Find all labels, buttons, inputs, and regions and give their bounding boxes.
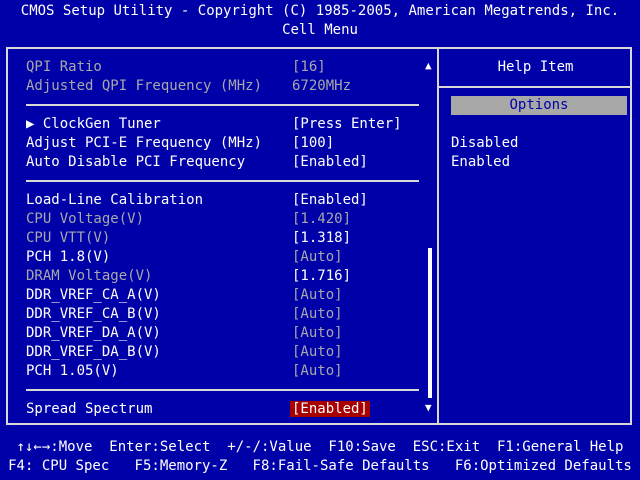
setting-adjusted-qpi-label: Adjusted QPI Frequency (MHz) (26, 78, 263, 94)
setting-pcie-freq-label[interactable]: Adjust PCI-E Frequency (MHz) (26, 134, 262, 153)
setting-pch18-label[interactable]: PCH 1.8(V) (26, 248, 110, 267)
scroll-down-arrow-icon[interactable]: ▼ (425, 401, 432, 415)
setting-ddr-vref-da-b-label[interactable]: DDR_VREF_DA_B(V) (26, 343, 161, 362)
setting-pcie-freq-value[interactable]: [100] (292, 134, 334, 153)
bios-title: CMOS Setup Utility - Copyright (C) 1985-… (20, 3, 620, 19)
scroll-up-arrow-icon[interactable]: ▲ (425, 59, 432, 73)
setting-cpu-voltage-value: [1.420] (292, 211, 352, 227)
setting-spread-spectrum-label[interactable]: Spread Spectrum (26, 400, 152, 419)
setting-ddr-vref-da-b-value[interactable]: [Auto] (292, 343, 343, 362)
option-disabled: Disabled (451, 135, 519, 151)
options-header: Options (451, 96, 627, 115)
setting-pch18-value[interactable]: [Auto] (292, 248, 343, 267)
key-help-line-1: ↑↓←→:Move Enter:Select +/-/:Value F10:Sa… (16, 439, 624, 455)
setting-load-line-label[interactable]: Load-Line Calibration (26, 191, 203, 210)
setting-ddr-vref-da-a-label[interactable]: DDR_VREF_DA_A(V) (26, 324, 161, 343)
separator (26, 104, 419, 106)
setting-ddr-vref-ca-b-label[interactable]: DDR_VREF_CA_B(V) (26, 305, 161, 324)
setting-dram-voltage-value[interactable]: [1.716] (292, 267, 351, 286)
setting-pch105-label[interactable]: PCH 1.05(V) (26, 362, 119, 381)
setting-cpu-vtt-label: CPU VTT(V) (26, 230, 111, 246)
setting-auto-disable-pci-value[interactable]: [Enabled] (292, 153, 368, 172)
setting-ddr-vref-ca-b-value[interactable]: [Auto] (292, 305, 343, 324)
setting-dram-voltage-label: DRAM Voltage(V) (26, 268, 153, 284)
menu-title: Cell Menu (282, 22, 358, 38)
separator (26, 180, 419, 182)
help-separator (439, 86, 632, 88)
setting-spread-spectrum-value[interactable]: [Enabled] (290, 400, 370, 419)
setting-ddr-vref-ca-a-label[interactable]: DDR_VREF_CA_A(V) (26, 286, 161, 305)
setting-cpu-voltage-label: CPU Voltage(V) (26, 211, 145, 227)
setting-load-line-value[interactable]: [Enabled] (292, 191, 368, 210)
setting-cpu-vtt-value[interactable]: [1.318] (292, 229, 351, 248)
scrollbar-thumb[interactable] (428, 248, 432, 398)
help-item-title: Help Item (497, 59, 574, 75)
setting-pch105-value[interactable]: [Auto] (292, 362, 343, 381)
setting-qpi-ratio-label: QPI Ratio (26, 59, 102, 75)
setting-ddr-vref-ca-a-value[interactable]: [Auto] (292, 286, 343, 305)
setting-clockgen-tuner-value[interactable]: [Press Enter] (292, 115, 402, 134)
key-help-line-2: F4: CPU Spec F5:Memory-Z F8:Fail-Safe De… (8, 458, 632, 474)
panel-divider (437, 47, 439, 425)
selected-value-highlight[interactable]: [Enabled] (290, 401, 370, 417)
option-enabled: Enabled (451, 154, 511, 170)
separator (26, 389, 419, 391)
setting-qpi-ratio-value: [16] (292, 59, 326, 75)
setting-clockgen-tuner-label[interactable]: ▶ ClockGen Tuner (26, 115, 161, 134)
setting-ddr-vref-da-a-value[interactable]: [Auto] (292, 324, 343, 343)
setting-auto-disable-pci-label[interactable]: Auto Disable PCI Frequency (26, 153, 245, 172)
setting-adjusted-qpi-value: 6720MHz (292, 78, 352, 94)
